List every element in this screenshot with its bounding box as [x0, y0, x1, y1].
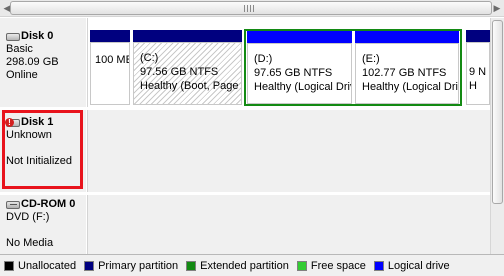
extended-partition-frame[interactable]: (D:) 97.65 GB NTFS Healthy (Logical Driv…: [244, 29, 462, 106]
legend-label: Primary partition: [98, 259, 179, 272]
partition-e[interactable]: (E:) 102.77 GB NTFS Healthy (Logical Dri…: [355, 31, 459, 104]
legend-item-logical-drive: Logical drive: [373, 259, 450, 272]
disk-0-partition-area: 100 ME (C:) 97.56 GB NTFS Healthy (Boot,…: [87, 18, 490, 107]
legend-item-primary-partition: Primary partition: [84, 260, 178, 272]
disk-row-disk-0: Disk 0 Basic 298.09 GB Online 100 ME (C:…: [0, 18, 490, 107]
legend-label: Unallocated: [18, 259, 77, 272]
partition-recovery[interactable]: 9 N H: [466, 30, 490, 105]
partition-letter: (D:): [254, 53, 273, 65]
partition-letter: (C:): [140, 52, 159, 64]
disk-info-disk-0[interactable]: Disk 0 Basic 298.09 GB Online: [0, 18, 86, 107]
partition-color-bar: [133, 30, 242, 42]
selection-highlight: [2, 110, 83, 189]
primary-partition-swatch: [84, 260, 95, 271]
disk-1-partition-area: [87, 110, 490, 192]
legend-label: Free space: [310, 259, 366, 272]
partition-status: Healthy (Boot, Page F: [140, 80, 242, 92]
disk-size: 298.09 GB: [6, 56, 59, 68]
partition-status: Healthy (Logical Driv: [362, 81, 459, 93]
legend-label: Extended partition: [200, 259, 289, 272]
legend-item-extended-partition: Extended partition: [186, 260, 289, 272]
cd-rom-0-area: [87, 195, 490, 254]
hard-disk-icon: [6, 33, 20, 41]
vertical-scrollbar[interactable]: [490, 18, 504, 254]
partition-status: H: [469, 80, 477, 92]
cd-rom-icon: [6, 201, 20, 209]
extended-partition-swatch: [186, 260, 197, 271]
scroll-grip-icon: [244, 5, 256, 12]
horizontal-scrollbar[interactable]: ◀ ▶: [0, 0, 504, 17]
partition-color-bar: [466, 30, 490, 42]
logical-drive-swatch: [373, 260, 384, 271]
vertical-scroll-thumb[interactable]: [492, 20, 503, 204]
legend-item-free-space: Free space: [296, 259, 366, 272]
partition-c[interactable]: (C:) 97.56 GB NTFS Healthy (Boot, Page F: [133, 30, 242, 105]
partition-status: Healthy (Logical Driv: [254, 81, 352, 93]
disk-name: CD-ROM 0: [21, 198, 76, 210]
disk-status: No Media: [6, 237, 54, 249]
horizontal-scroll-thumb[interactable]: [10, 1, 492, 15]
partition-color-bar: [355, 31, 459, 43]
partition-d[interactable]: (D:) 97.65 GB NTFS Healthy (Logical Driv: [247, 31, 352, 104]
partition-size: 97.65 GB NTFS: [254, 67, 333, 79]
unallocated-swatch: [4, 260, 14, 271]
disk-name: Disk 0: [21, 30, 54, 42]
scroll-right-arrow-icon[interactable]: ▶: [492, 3, 502, 13]
legend-label: Logical drive: [387, 259, 450, 272]
partition-size: 9 N: [469, 66, 487, 78]
partition-size: 97.56 GB NTFS: [140, 66, 219, 78]
partition-system-reserved[interactable]: 100 ME: [90, 30, 130, 105]
partition-color-bar: [90, 30, 130, 42]
disk-status: Online: [6, 69, 38, 81]
disk-type: DVD (F:): [6, 211, 50, 223]
disk-row-cd-rom-0: CD-ROM 0 DVD (F:) No Media: [0, 195, 490, 254]
legend-item-unallocated: Unallocated: [4, 260, 76, 272]
legend: Unallocated Primary partition Extended p…: [0, 254, 504, 276]
disk-info-cd-rom-0[interactable]: CD-ROM 0 DVD (F:) No Media: [0, 195, 86, 254]
partition-letter: (E:): [362, 53, 380, 65]
partition-size: 100 ME: [95, 54, 130, 66]
free-space-swatch: [296, 260, 307, 271]
partition-size: 102.77 GB NTFS: [362, 67, 447, 79]
partition-color-bar: [247, 31, 352, 43]
disk-type: Basic: [6, 43, 33, 55]
